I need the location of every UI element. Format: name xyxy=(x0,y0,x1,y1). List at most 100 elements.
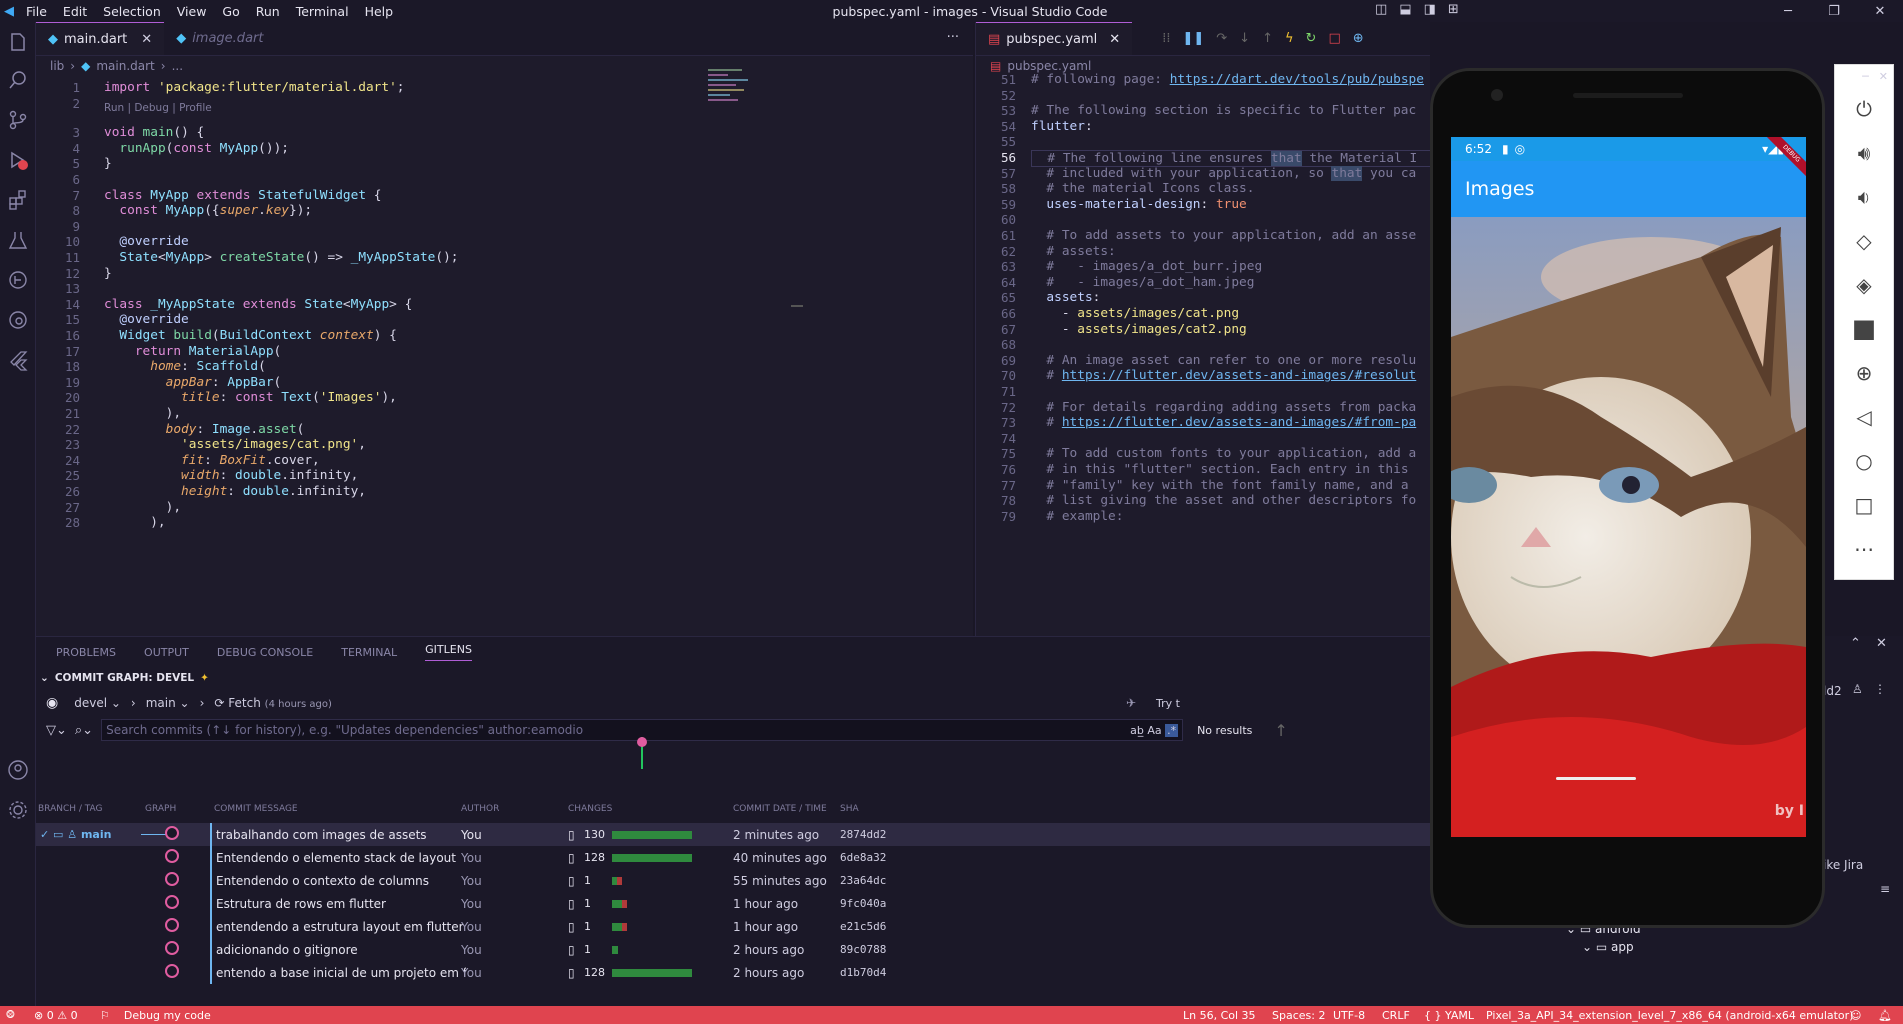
code-line[interactable]: # To add assets to your application, add… xyxy=(1031,228,1416,243)
breadcrumb-file[interactable]: main.dart xyxy=(96,59,154,73)
panel-tab-problems[interactable]: PROBLEMS xyxy=(56,646,116,659)
more-options-icon[interactable]: ⋯ xyxy=(1834,527,1894,571)
code-line[interactable]: body: Image.asset( xyxy=(104,422,305,437)
cursor-position[interactable]: Ln 56, Col 35 xyxy=(1183,1009,1256,1022)
minimap[interactable] xyxy=(708,66,758,126)
toggle-secondary-sidebar-icon[interactable]: ◨ xyxy=(1424,2,1436,17)
code-line[interactable]: title: const Text('Images'), xyxy=(104,390,397,405)
menu-view[interactable]: View xyxy=(169,4,215,19)
code-line[interactable]: # "family" key with the font family name… xyxy=(1031,478,1408,493)
table-row[interactable]: ✓ ▭ ♙ main trabalhando com images de asse… xyxy=(36,823,1430,846)
problems-indicator[interactable]: ⊗ 0 ⚠ 0 xyxy=(34,1009,78,1022)
person-icon[interactable]: ♙ xyxy=(1852,682,1863,696)
language-mode[interactable]: { } YAML xyxy=(1424,1009,1474,1022)
explorer-icon[interactable] xyxy=(0,24,36,60)
panel-tab-terminal[interactable]: TERMINAL xyxy=(341,646,397,659)
settings-gear-icon[interactable] xyxy=(0,792,36,828)
code-line[interactable]: # The following line ensures that the Ma… xyxy=(1031,150,1430,167)
graph-node[interactable] xyxy=(165,826,179,840)
code-line[interactable]: # To add custom fonts to your applicatio… xyxy=(1031,446,1416,461)
fetch-button[interactable]: ⟳ Fetch (4 hours ago) xyxy=(214,696,332,710)
code-line[interactable]: - assets/images/cat2.png xyxy=(1031,322,1247,337)
source-control-icon[interactable] xyxy=(0,102,36,138)
table-row[interactable]: entendo a base inicial de um projeto em … xyxy=(36,961,1430,984)
pin-icon[interactable]: ✈ xyxy=(1126,696,1136,710)
panel-tab-gitlens[interactable]: GITLENS xyxy=(425,643,472,661)
code-line[interactable]: # list giving the asset and other descri… xyxy=(1031,493,1416,508)
code-line[interactable]: runApp(const MyApp()); xyxy=(104,141,289,156)
column-header[interactable]: GRAPH xyxy=(145,804,176,814)
branch-tag[interactable]: ✓ ▭ ♙ main xyxy=(40,828,111,841)
code-line[interactable]: const MyApp({super.key}); xyxy=(104,203,312,218)
rotate-right-icon[interactable]: ◈ xyxy=(1834,263,1894,307)
code-line[interactable]: # assets: xyxy=(1031,244,1115,259)
search-options[interactable]: ab̲ Aa .* xyxy=(1130,723,1179,737)
code-line[interactable]: @override xyxy=(104,312,188,327)
menu-selection[interactable]: Selection xyxy=(95,4,169,19)
back-icon[interactable]: ◁ xyxy=(1834,395,1894,439)
tab-image-dart[interactable]: ◆ image.dart xyxy=(164,22,275,55)
close-icon[interactable]: ✕ xyxy=(141,32,152,47)
tab-pubspec-yaml[interactable]: ▤ pubspec.yaml ✕ xyxy=(976,22,1133,55)
code-line[interactable]: # in this "flutter" section. Each entry … xyxy=(1031,462,1408,477)
close-window-button[interactable]: ✕ xyxy=(1857,4,1903,19)
column-header[interactable]: COMMIT MESSAGE xyxy=(214,804,298,814)
code-line[interactable]: Widget build(BuildContext context) { xyxy=(104,328,396,343)
column-header[interactable]: AUTHOR xyxy=(461,804,499,814)
code-line[interactable]: } xyxy=(104,266,112,281)
codelens-run-debug[interactable]: Run | Debug | Profile xyxy=(104,102,212,114)
close-emulator-icon[interactable]: ✕ xyxy=(1879,70,1888,83)
minimize-emulator-icon[interactable]: ─ xyxy=(1862,70,1869,83)
code-line[interactable]: @override xyxy=(104,234,188,249)
pause-icon[interactable]: ❚❚ xyxy=(1182,31,1204,46)
close-panel-icon[interactable]: ✕ xyxy=(1876,636,1887,651)
breadcrumb-more[interactable]: ... xyxy=(172,59,183,73)
table-row[interactable]: Estrutura de rows em flutter You ▯ 1 1 hour … xyxy=(36,892,1430,915)
column-header[interactable]: SHA xyxy=(840,804,859,814)
extensions-icon[interactable] xyxy=(0,182,36,218)
code-line[interactable]: return MaterialApp( xyxy=(104,344,281,359)
code-line[interactable]: flutter: xyxy=(1031,119,1093,134)
code-line[interactable]: # For details regarding adding assets fr… xyxy=(1031,400,1416,415)
more-vertical-icon[interactable]: ⋮ xyxy=(1874,682,1886,696)
stop-icon[interactable]: □ xyxy=(1328,31,1340,46)
code-line[interactable]: # the material Icons class. xyxy=(1031,181,1254,196)
search-mode-icon[interactable]: ⌕⌄ xyxy=(75,723,93,738)
try-label[interactable]: Try t xyxy=(1156,697,1180,710)
menu-file[interactable]: File xyxy=(18,4,55,19)
code-line[interactable]: # following page: https://dart.dev/tools… xyxy=(1031,72,1424,87)
menu-go[interactable]: Go xyxy=(214,4,247,19)
graph-node[interactable] xyxy=(165,964,179,978)
code-line[interactable]: fit: BoxFit.cover, xyxy=(104,453,320,468)
menu-edit[interactable]: Edit xyxy=(55,4,95,19)
column-header[interactable]: CHANGES xyxy=(568,804,612,814)
notifications-icon[interactable]: 🔔︎ xyxy=(1878,1009,1892,1022)
account-icon[interactable] xyxy=(0,752,36,788)
debug-launch[interactable]: ⚐ Debug my code xyxy=(100,1009,211,1022)
code-line[interactable]: uses-material-design: true xyxy=(1031,197,1246,212)
table-row[interactable]: Entendendo o elemento stack de layout You… xyxy=(36,846,1430,869)
flutter-device[interactable]: Pixel_3a_API_34_extension_level_7_x86_64… xyxy=(1486,1009,1853,1022)
phone-screen[interactable]: 6:52 ▮ ◎ ▾◢▮ Images by I DEBUG xyxy=(1451,137,1806,837)
code-line[interactable]: ), xyxy=(104,406,181,421)
code-line[interactable]: # - images/a_dot_ham.jpeg xyxy=(1031,275,1254,290)
graph-node[interactable] xyxy=(165,895,179,909)
code-line[interactable]: # included with your application, so tha… xyxy=(1031,165,1416,181)
graph-node[interactable] xyxy=(165,872,179,886)
graph-node[interactable] xyxy=(165,849,179,863)
toggle-panel-icon[interactable]: ⬓ xyxy=(1399,2,1411,17)
maximize-button[interactable]: ❐ xyxy=(1811,4,1857,19)
home-icon[interactable]: ○ xyxy=(1834,439,1894,483)
power-icon[interactable]: ⏻ xyxy=(1834,87,1894,131)
code-line[interactable]: ), xyxy=(104,515,165,530)
menu-run[interactable]: Run xyxy=(248,4,288,19)
run-debug-icon[interactable] xyxy=(0,142,36,178)
breadcrumb-file[interactable]: pubspec.yaml xyxy=(1007,59,1091,73)
encoding[interactable]: UTF-8 xyxy=(1333,1009,1365,1022)
collapse-icon[interactable]: ⌃ xyxy=(1850,636,1861,651)
menu-icon[interactable]: ≡ xyxy=(1880,882,1890,896)
filter-icon[interactable]: ▽⌄ xyxy=(46,723,67,738)
menu-terminal[interactable]: Terminal xyxy=(288,4,357,19)
search-icon[interactable] xyxy=(0,62,36,98)
tab-main-dart[interactable]: ◆ main.dart ✕ xyxy=(36,22,165,55)
